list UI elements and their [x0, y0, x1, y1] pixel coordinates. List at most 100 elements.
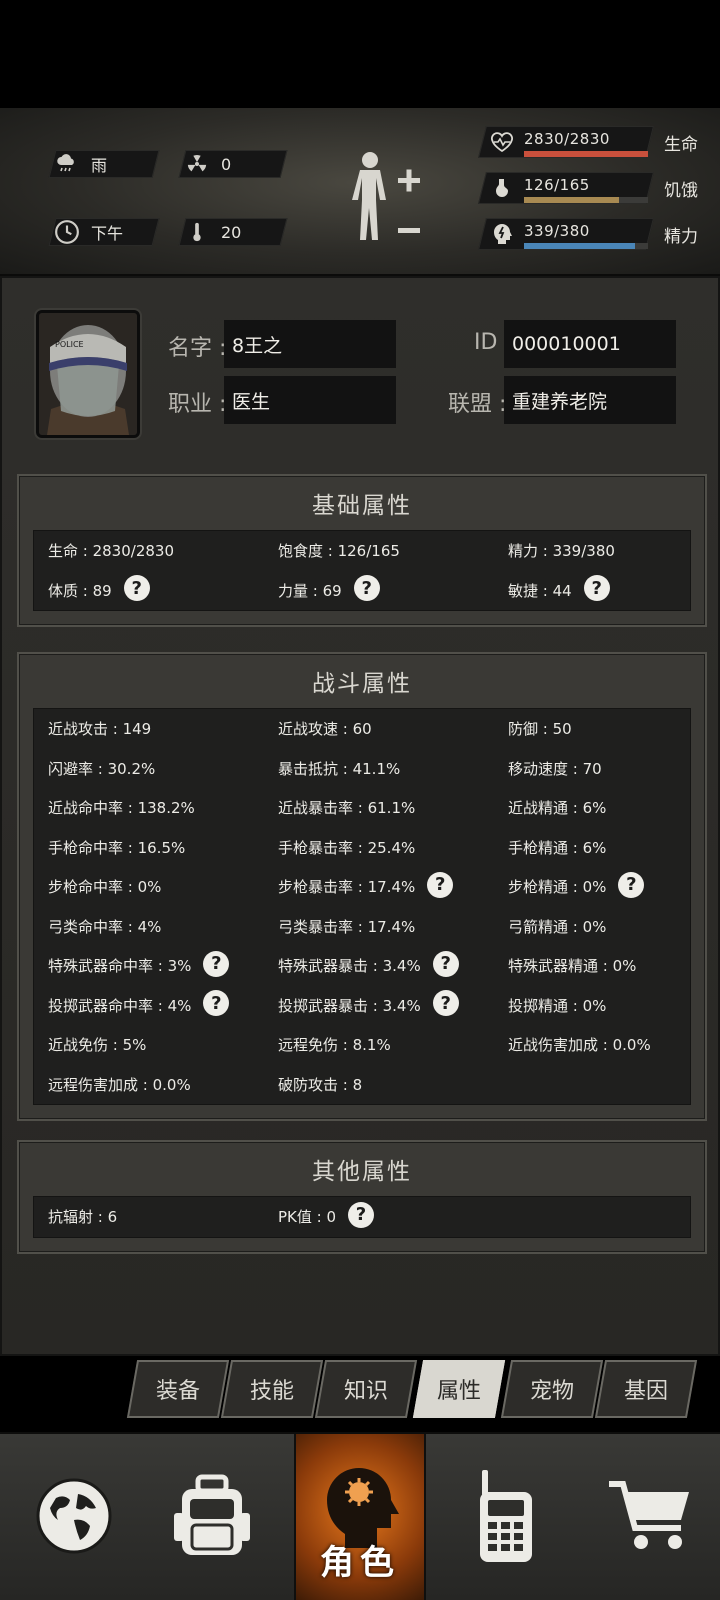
- attribute-text: 手枪暴击率 : 25.4%: [278, 838, 416, 857]
- attribute-row: 闪避率 : 30.2% 暴击抵抗 : 41.1% 移动速度 : 70: [34, 749, 690, 789]
- tab-equipment[interactable]: 装备: [126, 1360, 230, 1418]
- character-panel: POLICE 名字 : 8王之 ID : 000010001 职业 : 医生 联…: [0, 276, 720, 1356]
- attribute-cell: 闪避率 : 30.2%: [48, 749, 155, 789]
- globe-icon: [34, 1476, 114, 1560]
- nav-radio[interactable]: [440, 1434, 572, 1600]
- stomach-icon: [490, 176, 514, 200]
- tab-genes[interactable]: 基因: [594, 1360, 698, 1418]
- radiation-value: 0: [221, 154, 232, 174]
- attribute-cell: 敏捷 : 44?: [508, 571, 610, 611]
- attribute-text: 抗辐射 : 6: [48, 1208, 118, 1227]
- health-label: 生命: [664, 135, 698, 155]
- attribute-cell: 弓类命中率 : 4%: [48, 907, 161, 947]
- attribute-row: 步枪命中率 : 0% 步枪暴击率 : 17.4%? 步枪精通 : 0%?: [34, 867, 690, 907]
- attribute-cell: 近战命中率 : 138.2%: [48, 788, 195, 828]
- attribute-text: 远程伤害加成 : 0.0%: [48, 1075, 191, 1094]
- attribute-text: 近战免伤 : 5%: [48, 1036, 147, 1055]
- combat-attributes-section: 战斗属性 近战攻击 : 149 近战攻速 : 60 防御 : 50 闪避率 : 30.…: [17, 652, 707, 1121]
- attribute-text: 近战暴击率 : 61.1%: [278, 799, 416, 818]
- character-tabs: 装备 技能 知识 属性 宠物 基因: [126, 1360, 710, 1418]
- energy-value: 339/380: [524, 222, 590, 240]
- tab-attributes[interactable]: 属性: [412, 1360, 506, 1418]
- help-icon[interactable]: ?: [123, 575, 150, 602]
- attribute-text: 投掷武器暴击 : 3.4%: [278, 996, 421, 1015]
- help-icon[interactable]: ?: [432, 990, 459, 1017]
- attribute-row: 近战命中率 : 138.2% 近战暴击率 : 61.1% 近战精通 : 6%: [34, 788, 690, 828]
- attribute-row: 生命 : 2830/2830 饱食度 : 126/165 精力 : 339/380: [34, 531, 690, 571]
- job-field: 医生: [224, 376, 396, 424]
- tab-skills[interactable]: 技能: [220, 1360, 324, 1418]
- section-title: 其他属性: [312, 1159, 412, 1185]
- attribute-cell: 手枪命中率 : 16.5%: [48, 828, 185, 868]
- basic-attributes-section: 基础属性 生命 : 2830/2830 饱食度 : 126/165 精力 : 339…: [17, 474, 707, 627]
- nav-shop[interactable]: [584, 1434, 716, 1600]
- thermometer-icon: [183, 218, 211, 246]
- help-icon[interactable]: ?: [427, 871, 454, 898]
- radiation-icon: [183, 150, 211, 178]
- avatar[interactable]: POLICE: [36, 310, 140, 438]
- nav-world-map[interactable]: [8, 1434, 140, 1600]
- help-icon[interactable]: ?: [432, 950, 459, 977]
- help-icon[interactable]: ?: [583, 575, 610, 602]
- radiation-chip: 0: [178, 150, 288, 178]
- attribute-row: 投掷武器命中率 : 4%? 投掷武器暴击 : 3.4%? 投掷精通 : 0%: [34, 986, 690, 1026]
- attribute-text: 近战命中率 : 138.2%: [48, 799, 195, 818]
- attribute-cell: 抗辐射 : 6: [48, 1197, 117, 1237]
- combat-attributes-list: 近战攻击 : 149 近战攻速 : 60 防御 : 50 闪避率 : 30.2% 暴击抵…: [33, 708, 691, 1105]
- attribute-text: 弓类命中率 : 4%: [48, 917, 162, 936]
- attribute-text: 敏捷 : 44: [508, 581, 572, 600]
- hunger-fill: [524, 197, 619, 203]
- help-icon[interactable]: ?: [353, 575, 380, 602]
- attribute-cell: 破防攻击 : 8: [278, 1065, 362, 1105]
- time-chip: 下午: [48, 218, 160, 246]
- attribute-cell: 力量 : 69?: [278, 571, 380, 611]
- backpack-icon: [172, 1473, 252, 1563]
- body-status-figure[interactable]: [346, 148, 436, 258]
- attribute-text: 特殊武器命中率 : 3%: [48, 957, 192, 976]
- attribute-text: 步枪精通 : 0%: [508, 878, 607, 897]
- help-icon[interactable]: ?: [203, 950, 230, 977]
- attribute-cell: 生命 : 2830/2830: [48, 531, 174, 571]
- attribute-text: 手枪精通 : 6%: [508, 838, 607, 857]
- weather-chip: 雨: [48, 150, 160, 178]
- attribute-text: 饱食度 : 126/165: [278, 542, 400, 561]
- health-value: 2830/2830: [524, 130, 610, 148]
- attribute-text: 步枪暴击率 : 17.4%: [278, 878, 416, 897]
- attribute-text: 近战精通 : 6%: [508, 799, 607, 818]
- attribute-cell: 特殊武器精通 : 0%: [508, 946, 636, 986]
- hunger-label: 饥饿: [664, 181, 698, 201]
- attribute-cell: 投掷精通 : 0%: [508, 986, 606, 1026]
- help-icon[interactable]: ?: [203, 990, 230, 1017]
- help-icon[interactable]: ?: [618, 871, 645, 898]
- attribute-text: 近战攻击 : 149: [48, 720, 152, 739]
- nav-character[interactable]: 角色: [294, 1434, 426, 1600]
- tab-knowledge[interactable]: 知识: [314, 1360, 418, 1418]
- id-field: 000010001: [504, 320, 676, 368]
- attribute-text: 投掷武器命中率 : 4%: [48, 996, 192, 1015]
- attribute-text: 暴击抵抗 : 41.1%: [278, 759, 401, 778]
- attribute-text: 精力 : 339/380: [508, 542, 615, 561]
- attribute-text: 体质 : 89: [48, 581, 112, 600]
- nav-backpack[interactable]: [146, 1434, 278, 1600]
- attribute-cell: 步枪精通 : 0%?: [508, 867, 645, 907]
- hunger-value: 126/165: [524, 176, 590, 194]
- shopping-cart-icon: [605, 1476, 695, 1560]
- attribute-text: 生命 : 2830/2830: [48, 542, 174, 561]
- heart-pulse-icon: [490, 130, 514, 154]
- attribute-text: 近战攻速 : 60: [278, 720, 372, 739]
- bottom-nav: 角色: [0, 1432, 720, 1600]
- status-hud: 雨 0 下午 20 2830/2830 生命 126/165 饥饿 339/38…: [0, 108, 720, 276]
- tab-pets[interactable]: 宠物: [500, 1360, 604, 1418]
- energy-fill: [524, 243, 635, 249]
- alliance-field[interactable]: 重建养老院: [504, 376, 676, 424]
- attribute-row: 手枪命中率 : 16.5% 手枪暴击率 : 25.4% 手枪精通 : 6%: [34, 828, 690, 868]
- help-icon[interactable]: ?: [348, 1201, 375, 1228]
- attribute-cell: 近战攻击 : 149: [48, 709, 151, 749]
- attribute-cell: 弓类暴击率 : 17.4%: [278, 907, 415, 947]
- basic-attributes-list: 生命 : 2830/2830 饱食度 : 126/165 精力 : 339/380 体…: [33, 530, 691, 611]
- attribute-cell: 步枪命中率 : 0%: [48, 867, 161, 907]
- attribute-row: 体质 : 89? 力量 : 69? 敏捷 : 44?: [34, 571, 690, 611]
- attribute-cell: 防御 : 50: [508, 709, 572, 749]
- energy-label: 精力: [664, 227, 698, 247]
- attribute-cell: 近战暴击率 : 61.1%: [278, 788, 415, 828]
